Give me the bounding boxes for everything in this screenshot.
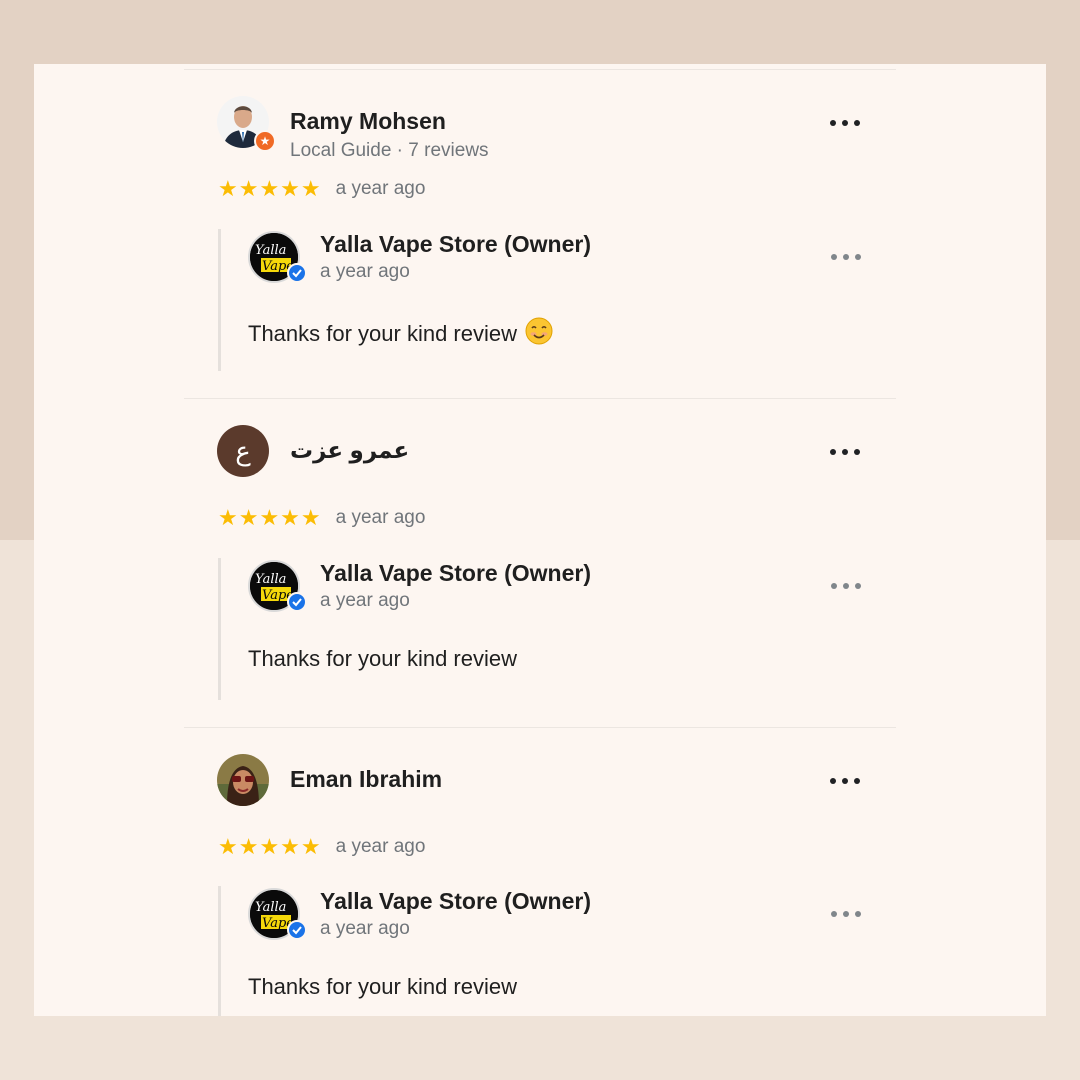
more-horizontal-icon [830, 778, 836, 784]
review-card-1: ★ Ramy Mohsen Local Guide · 7 reviews ★★… [184, 96, 896, 406]
more-options-button[interactable] [830, 447, 860, 457]
owner-reply: Yalla Vape Yalla Vape Store (Owner) a ye… [218, 886, 878, 1016]
review-time: a year ago [335, 507, 426, 528]
review-time: a year ago [335, 178, 426, 199]
reply-more-options-button[interactable] [831, 909, 861, 919]
reply-time: a year ago [320, 590, 410, 611]
reply-more-options-button[interactable] [831, 581, 861, 591]
local-guide-star-icon: ★ [254, 130, 276, 152]
reply-time: a year ago [320, 918, 410, 939]
review-divider [184, 727, 896, 728]
reviews-panel: ★ Ramy Mohsen Local Guide · 7 reviews ★★… [34, 64, 1046, 1016]
star-rating: ★★★★★ [218, 176, 322, 201]
more-horizontal-icon [831, 583, 837, 589]
rating-row: ★★★★★ a year ago [218, 507, 425, 529]
more-options-button[interactable] [830, 776, 860, 786]
review-card-3: Eman Ibrahim ★★★★★ a year ago Yalla Vape… [184, 754, 896, 1016]
verified-check-icon [287, 592, 307, 612]
rating-row: ★★★★★ a year ago [218, 836, 425, 858]
owner-name[interactable]: Yalla Vape Store (Owner) [320, 560, 591, 587]
reply-text: Thanks for your kind review [248, 317, 553, 351]
more-horizontal-icon [831, 254, 837, 260]
more-horizontal-icon [830, 120, 836, 126]
reply-text: Thanks for your kind review [248, 974, 517, 1000]
owner-reply: Yalla Vape Yalla Vape Store (Owner) a ye… [218, 229, 878, 371]
verified-check-icon [287, 920, 307, 940]
svg-text:Yalla: Yalla [255, 243, 286, 258]
svg-text:Yalla: Yalla [255, 572, 286, 587]
rating-row: ★★★★★ a year ago [218, 178, 425, 200]
owner-name[interactable]: Yalla Vape Store (Owner) [320, 888, 591, 915]
review-divider [184, 398, 896, 399]
review-time: a year ago [335, 836, 426, 857]
reply-text-content: Thanks for your kind review [248, 646, 517, 671]
owner-name[interactable]: Yalla Vape Store (Owner) [320, 231, 591, 258]
user-photo-icon [217, 754, 269, 806]
reviewer-name[interactable]: عمرو عزت [290, 437, 409, 464]
more-horizontal-icon [831, 911, 837, 917]
reply-more-options-button[interactable] [831, 252, 861, 262]
more-horizontal-icon [830, 449, 836, 455]
owner-reply: Yalla Vape Yalla Vape Store (Owner) a ye… [218, 558, 878, 700]
reply-text-content: Thanks for your kind review [248, 974, 517, 999]
smiling-face-icon [525, 317, 553, 351]
reply-text: Thanks for your kind review [248, 646, 517, 672]
review-divider [184, 69, 896, 70]
reply-time: a year ago [320, 261, 410, 282]
reviewer-meta: Local Guide · 7 reviews [290, 140, 489, 161]
review-card-2: ع عمرو عزت ★★★★★ a year ago Yalla Vape Y… [184, 425, 896, 735]
verified-check-icon [287, 263, 307, 283]
reply-text-content: Thanks for your kind review [248, 321, 517, 346]
star-rating: ★★★★★ [218, 505, 322, 530]
more-options-button[interactable] [830, 118, 860, 128]
reviewer-avatar[interactable]: ع [217, 425, 269, 477]
reviewer-name[interactable]: Eman Ibrahim [290, 766, 442, 793]
svg-text:Yalla: Yalla [255, 900, 286, 915]
star-rating: ★★★★★ [218, 834, 322, 859]
reviewer-name[interactable]: Ramy Mohsen [290, 108, 446, 135]
reviewer-avatar[interactable] [217, 754, 269, 806]
